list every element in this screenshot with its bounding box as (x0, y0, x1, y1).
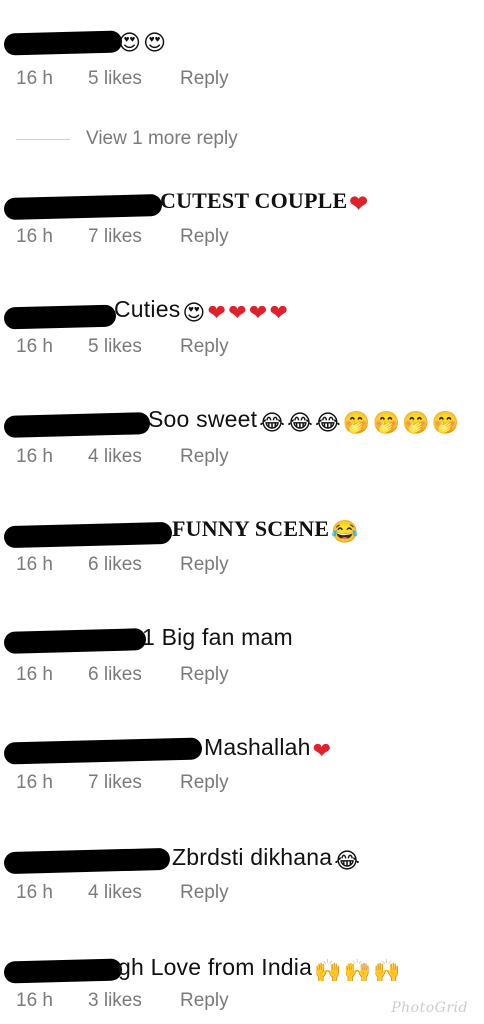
raising-hands-emoji-icon: 🙌 (343, 958, 372, 983)
comment-line: CUTEST COUPLE❤ (0, 184, 484, 221)
comment-item: Mashallah❤ 16 h 7 likes Reply (0, 732, 484, 793)
comment-text: Zbrdsti dikhana😂 (172, 844, 361, 873)
comment-time: 16 h (16, 882, 53, 903)
comment-item: 😍😍 16 h 5 likes Reply (0, 24, 484, 89)
comment-text: Soo sweet😂😂😂🤭🤭🤭🤭 (148, 406, 460, 435)
reply-button[interactable]: Reply (180, 446, 229, 468)
redacted-username (3, 304, 117, 330)
redacted-username (3, 737, 203, 765)
hand-over-mouth-emoji-icon: 🤭 (372, 410, 401, 435)
heart-eyes-emoji-icon: 😍 (143, 30, 167, 55)
comment-item: Zbrdsti dikhana😂 16 h 4 likes Reply (0, 842, 484, 903)
comment-text: Cuties😍❤❤❤❤ (114, 296, 289, 325)
heart-eyes-emoji-icon: 😍 (182, 300, 206, 325)
comment-likes[interactable]: 4 likes (88, 882, 180, 904)
comment-line: Cuties😍❤❤❤❤ (0, 294, 484, 330)
comment-line: FUNNY SCENE😂 (0, 512, 484, 549)
heart-eyes-emoji-icon: 😍 (118, 30, 142, 55)
view-more-label: View 1 more reply (86, 128, 238, 149)
reply-button[interactable]: Reply (180, 226, 229, 248)
comment-text: CUTEST COUPLE❤ (160, 188, 369, 216)
comment-likes[interactable]: 4 likes (88, 446, 180, 468)
comment-likes[interactable]: 3 likes (88, 990, 180, 1012)
tears-of-joy-emoji-icon: 😂 (259, 410, 286, 435)
comment-likes[interactable]: 5 likes (88, 336, 180, 358)
comment-line: gh Love from India🙌🙌🙌 (0, 952, 484, 986)
comment-item: 1 Big fan mam 16 h 6 likes Reply (0, 622, 484, 685)
comment-meta: 16 h 6 likes Reply (16, 554, 229, 576)
tears-of-joy-emoji-icon: 😂 (287, 410, 314, 435)
redacted-username (3, 30, 123, 56)
reply-button[interactable]: Reply (180, 990, 229, 1012)
redacted-username (3, 958, 123, 984)
watermark: PhotoGrid (391, 1000, 468, 1016)
view-more-replies-button[interactable]: View 1 more reply (16, 124, 238, 154)
comment-time: 16 h (16, 446, 53, 467)
comment-line: Soo sweet😂😂😂🤭🤭🤭🤭 (0, 404, 484, 438)
comment-meta: 16 h 6 likes Reply (16, 664, 229, 686)
divider-line (16, 138, 70, 140)
comment-item: CUTEST COUPLE❤ 16 h 7 likes Reply (0, 184, 484, 247)
redacted-username (3, 412, 151, 438)
hand-over-mouth-emoji-icon: 🤭 (402, 410, 430, 435)
redacted-username (3, 193, 163, 221)
comment-line: 😍😍 (0, 24, 484, 58)
tears-of-joy-emoji-icon: 😂 (334, 848, 361, 873)
comments-screen: 😍😍 16 h5 likes Reply View 1 more reply CU… (0, 0, 484, 1024)
comment-text: 1 Big fan mam (142, 624, 293, 650)
comment-time: 16 h (16, 664, 53, 685)
hand-over-mouth-emoji-icon: 🤭 (342, 410, 371, 435)
comment-time: 16 h (16, 772, 53, 793)
comment-meta: 16 h 4 likes Reply (16, 882, 229, 904)
comment-item: FUNNY SCENE😂 16 h 6 likes Reply (0, 512, 484, 575)
reply-button[interactable]: Reply (180, 664, 229, 686)
heart-emoji-icon: ❤ (312, 738, 332, 763)
comment-item: Soo sweet😂😂😂🤭🤭🤭🤭 16 h 4 likes Reply (0, 404, 484, 467)
comment-time: 16 h (16, 226, 53, 247)
comment-meta: 16 h 3 likes Reply (16, 990, 229, 1012)
heart-emoji-icon: ❤ (349, 191, 369, 216)
heart-emoji-icon: ❤ (269, 300, 289, 325)
comment-item: Cuties😍❤❤❤❤ 16 h 5 likes Reply (0, 294, 484, 357)
comment-time: 16 h (16, 554, 53, 575)
tears-of-joy-emoji-icon: 😂 (315, 410, 341, 435)
reply-button[interactable]: Reply (180, 882, 229, 904)
comment-meta: 16 h 5 likes Reply (16, 336, 229, 358)
raising-hands-emoji-icon: 🙌 (314, 958, 342, 983)
hand-over-mouth-emoji-icon: 🤭 (431, 410, 460, 435)
comment-likes[interactable]: 5 likes (88, 68, 180, 90)
redacted-username (3, 521, 173, 549)
comment-meta: 16 h 7 likes Reply (16, 226, 229, 248)
comment-meta: 16 h 5 likes Reply (16, 68, 229, 90)
heart-emoji-icon: ❤ (228, 300, 247, 325)
tears-of-joy-emoji-icon: 😂 (331, 519, 359, 544)
comment-line: 1 Big fan mam (0, 622, 484, 656)
reply-button[interactable]: Reply (180, 336, 229, 358)
heart-emoji-icon: ❤ (248, 300, 268, 325)
comment-text: Mashallah❤ (204, 734, 332, 763)
comment-line: Zbrdsti dikhana😂 (0, 842, 484, 876)
heart-emoji-icon: ❤ (207, 300, 227, 325)
comment-likes[interactable]: 7 likes (88, 226, 180, 248)
comment-item: gh Love from India🙌🙌🙌 16 h 3 likes Reply (0, 952, 484, 1011)
redacted-username (3, 847, 171, 875)
comment-meta: 16 h 4 likes Reply (16, 446, 229, 468)
comment-text: gh Love from India🙌🙌🙌 (118, 954, 401, 983)
comment-time: 16 h (16, 68, 53, 89)
raising-hands-emoji-icon: 🙌 (373, 958, 401, 983)
reply-button[interactable]: Reply (180, 772, 229, 794)
comment-meta: 16 h 7 likes Reply (16, 772, 229, 794)
redacted-username (3, 628, 147, 654)
comment-text: FUNNY SCENE😂 (172, 516, 359, 544)
reply-button[interactable]: Reply (180, 554, 229, 576)
comment-text: 😍😍 (116, 26, 166, 54)
comment-likes[interactable]: 6 likes (88, 664, 180, 686)
reply-button[interactable]: Reply (180, 68, 229, 90)
comment-time: 16 h (16, 336, 53, 357)
comment-likes[interactable]: 6 likes (88, 554, 180, 576)
comment-time: 16 h (16, 990, 53, 1011)
comment-likes[interactable]: 7 likes (88, 772, 180, 794)
comment-line: Mashallah❤ (0, 732, 484, 766)
